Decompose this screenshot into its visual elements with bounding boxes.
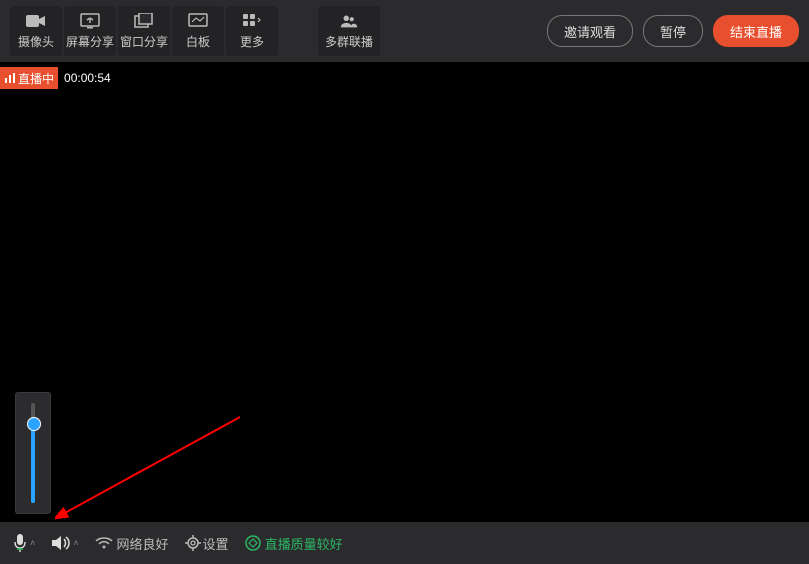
invite-button[interactable]: 邀请观看 bbox=[547, 15, 633, 47]
screen-share-label: 屏幕分享 bbox=[66, 33, 114, 50]
whiteboard-button[interactable]: 白板 bbox=[172, 6, 224, 56]
screen-share-button[interactable]: 屏幕分享 bbox=[64, 6, 116, 56]
settings-button[interactable]: 设置 bbox=[185, 534, 229, 553]
network-status: 网络良好 bbox=[95, 534, 169, 553]
network-label: 网络良好 bbox=[117, 534, 169, 553]
camera-icon bbox=[26, 13, 46, 29]
volume-track bbox=[31, 403, 35, 503]
quality-icon bbox=[245, 535, 261, 551]
chevron-up-icon: ˄ bbox=[73, 538, 78, 548]
more-button[interactable]: 更多 bbox=[226, 6, 278, 56]
whiteboard-icon bbox=[188, 13, 208, 29]
live-status: 直播中 00:00:54 bbox=[0, 68, 117, 88]
volume-fill bbox=[31, 428, 35, 503]
speaker-icon bbox=[51, 534, 71, 552]
gear-icon bbox=[185, 535, 201, 551]
multi-group-button[interactable]: 多群联播 bbox=[318, 6, 380, 56]
microphone-icon bbox=[12, 533, 28, 553]
multi-group-label: 多群联播 bbox=[325, 33, 373, 50]
annotation-arrow bbox=[55, 412, 255, 522]
top-toolbar: 摄像头 屏幕分享 窗口分享 白板 更多 bbox=[0, 0, 809, 62]
quality-label: 直播质量较好 bbox=[265, 534, 343, 553]
settings-label: 设置 bbox=[203, 534, 229, 553]
wifi-icon bbox=[95, 536, 113, 550]
bottom-bar: ˄ ˄ 网络良好 设置 直播质量较好 bbox=[0, 522, 809, 564]
volume-thumb[interactable] bbox=[27, 417, 41, 431]
window-share-button[interactable]: 窗口分享 bbox=[118, 6, 170, 56]
camera-label: 摄像头 bbox=[18, 33, 54, 50]
stream-timer: 00:00:54 bbox=[58, 67, 117, 89]
screen-share-icon bbox=[80, 13, 100, 29]
camera-button[interactable]: 摄像头 bbox=[10, 6, 62, 56]
window-share-label: 窗口分享 bbox=[120, 33, 168, 50]
speaker-button[interactable]: ˄ bbox=[51, 534, 78, 552]
multi-group-icon bbox=[339, 13, 359, 29]
live-tag: 直播中 bbox=[0, 67, 58, 89]
more-label: 更多 bbox=[240, 33, 264, 50]
grid-icon bbox=[242, 13, 262, 29]
stream-quality: 直播质量较好 bbox=[245, 534, 343, 553]
bars-icon bbox=[4, 72, 16, 84]
volume-slider-panel[interactable] bbox=[15, 392, 51, 514]
video-stage: 直播中 00:00:54 bbox=[0, 62, 809, 522]
whiteboard-label: 白板 bbox=[186, 33, 210, 50]
microphone-button[interactable]: ˄ bbox=[12, 533, 35, 553]
pause-button[interactable]: 暂停 bbox=[643, 15, 703, 47]
window-share-icon bbox=[134, 13, 154, 29]
end-stream-button[interactable]: 结束直播 bbox=[713, 15, 799, 47]
chevron-up-icon: ˄ bbox=[30, 538, 35, 548]
